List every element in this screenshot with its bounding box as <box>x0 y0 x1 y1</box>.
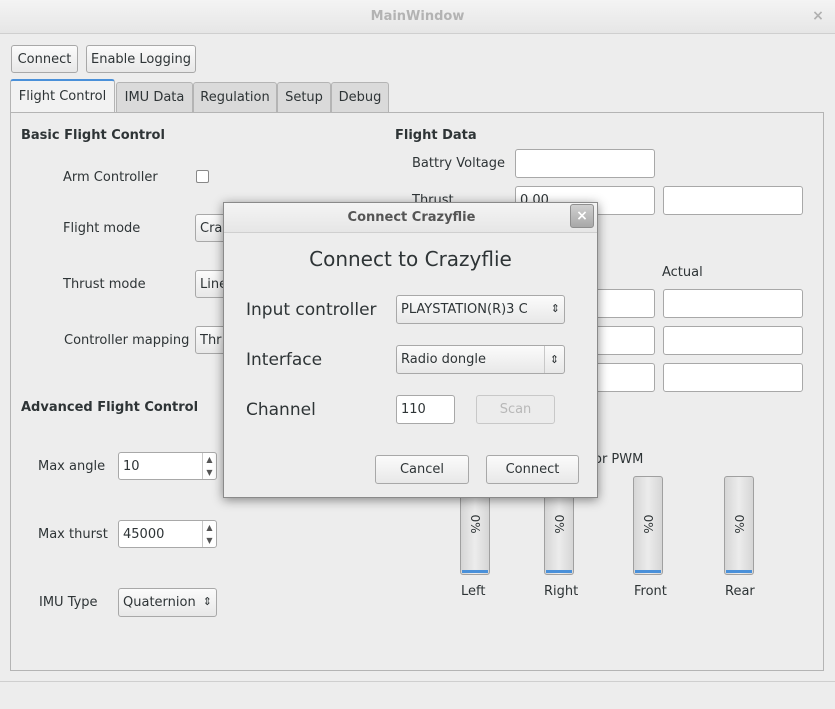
window-title: MainWindow <box>370 9 465 24</box>
dialog-heading: Connect to Crazyflie <box>309 247 512 271</box>
input-controller-value: PLAYSTATION(R)3 C <box>401 302 528 317</box>
imu-type-label: IMU Type <box>39 595 98 610</box>
pwm-label-left: Left <box>461 584 486 599</box>
enable-logging-button[interactable]: Enable Logging <box>86 45 196 73</box>
imu-type-value: Quaternion <box>123 595 196 610</box>
spin-up-icon[interactable]: ▲ <box>203 453 216 466</box>
tab-regulation[interactable]: Regulation <box>193 82 277 112</box>
pwm-bar-rear: 0% <box>724 476 754 575</box>
max-thrust-stepper[interactable]: ▲ ▼ <box>202 521 216 547</box>
pwm-value-front: 0% <box>641 514 655 534</box>
combo-arrows-icon: ⇕ <box>550 302 560 315</box>
flight-mode-value: Cra <box>200 220 223 236</box>
spin-down-icon[interactable]: ▼ <box>203 466 216 479</box>
actual-column-header: Actual <box>662 265 703 280</box>
imu-type-select[interactable]: Quaternion ⇕ <box>118 588 217 617</box>
channel-value: 110 <box>401 402 426 417</box>
dialog-title: Connect Crazyflie <box>347 210 476 225</box>
pwm-bar-front: 0% <box>633 476 663 575</box>
max-angle-spinbox[interactable]: 10 ▲ ▼ <box>118 452 217 480</box>
arm-controller-checkbox[interactable] <box>196 170 209 183</box>
motor-pwm-heading: or PWM <box>594 452 644 467</box>
max-angle-value: 10 <box>123 458 140 474</box>
arm-controller-label: Arm Controller <box>63 170 158 185</box>
scan-button[interactable]: Scan <box>476 395 555 424</box>
thrust-actual-field[interactable] <box>663 186 803 215</box>
actual-field-3[interactable] <box>663 363 803 392</box>
connect-button[interactable]: Connect <box>11 45 78 73</box>
dialog-connect-button[interactable]: Connect <box>486 455 579 484</box>
input-controller-label: Input controller <box>246 300 377 320</box>
max-angle-stepper[interactable]: ▲ ▼ <box>202 453 216 479</box>
channel-label: Channel <box>246 400 316 420</box>
pwm-value-right: 0% <box>552 514 566 534</box>
dialog-close-icon[interactable]: × <box>570 204 594 228</box>
actual-field-1[interactable] <box>663 289 803 318</box>
thrust-mode-label: Thrust mode <box>63 277 146 292</box>
max-thrust-label: Max thurst <box>38 527 108 542</box>
max-thrust-value: 45000 <box>123 526 165 542</box>
interface-select[interactable]: Radio dongle ⇕ <box>396 345 565 374</box>
cancel-button[interactable]: Cancel <box>375 455 469 484</box>
controller-mapping-label: Controller mapping <box>64 333 190 348</box>
connect-dialog: Connect Crazyflie × Connect to Crazyflie… <box>223 202 598 498</box>
status-bar <box>0 681 835 709</box>
dialog-titlebar: Connect Crazyflie × <box>224 203 597 233</box>
window-close-icon[interactable]: × <box>811 9 825 23</box>
tab-debug[interactable]: Debug <box>331 82 389 112</box>
max-thrust-spinbox[interactable]: 45000 ▲ ▼ <box>118 520 217 548</box>
pwm-label-front: Front <box>634 584 667 599</box>
window-titlebar: MainWindow × <box>0 0 835 34</box>
combo-arrows-icon: ⇕ <box>544 346 564 373</box>
input-controller-select[interactable]: PLAYSTATION(R)3 C ⇕ <box>396 295 565 324</box>
controller-mapping-value: Thr <box>200 332 222 348</box>
spin-up-icon[interactable]: ▲ <box>203 521 216 534</box>
flight-mode-label: Flight mode <box>63 221 141 236</box>
pwm-value-rear: 0% <box>732 514 746 534</box>
spin-down-icon[interactable]: ▼ <box>203 534 216 547</box>
interface-value: Radio dongle <box>401 352 486 367</box>
max-angle-label: Max angle <box>38 459 106 474</box>
pwm-label-rear: Rear <box>725 584 755 599</box>
tab-setup[interactable]: Setup <box>277 82 331 112</box>
battery-voltage-label: Battry Voltage <box>412 156 506 171</box>
battery-voltage-field[interactable] <box>515 149 655 178</box>
tab-flight-control[interactable]: Flight Control <box>10 79 115 112</box>
flight-data-heading: Flight Data <box>395 128 477 143</box>
pwm-label-right: Right <box>544 584 579 599</box>
advanced-flight-control-heading: Advanced Flight Control <box>21 400 199 415</box>
pwm-value-left: 0% <box>468 514 482 534</box>
tab-imu-data[interactable]: IMU Data <box>116 82 193 112</box>
actual-field-2[interactable] <box>663 326 803 355</box>
channel-field[interactable]: 110 <box>396 395 455 424</box>
interface-label: Interface <box>246 350 323 370</box>
basic-flight-control-heading: Basic Flight Control <box>21 128 165 143</box>
combo-arrows-icon: ⇕ <box>202 595 212 608</box>
